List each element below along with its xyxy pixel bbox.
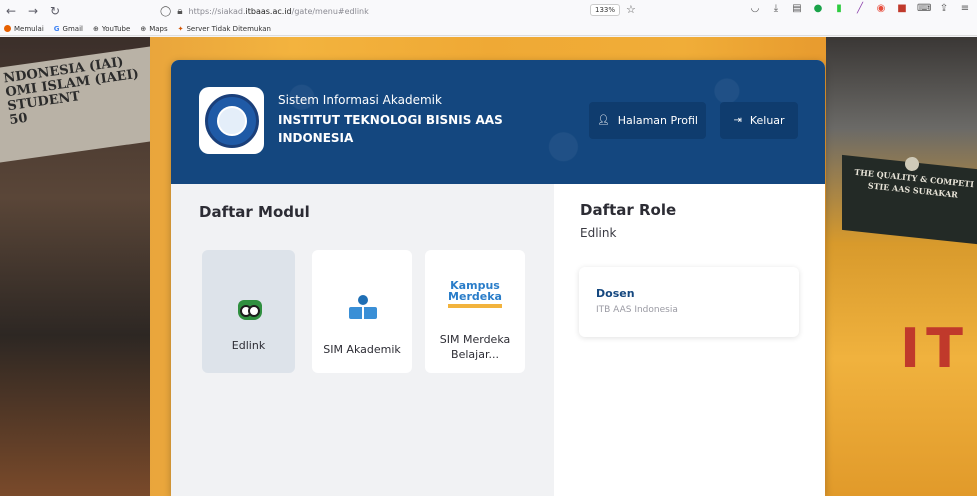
institution-logo xyxy=(199,87,264,154)
header-title: INSTITUT TEKNOLOGI BISNIS AAS INDONESIA xyxy=(278,113,503,145)
background-red-letters: IT xyxy=(900,317,969,380)
module-label: Edlink xyxy=(231,339,266,352)
extension-translate-icon[interactable]: ⌨ xyxy=(917,3,931,14)
institution-seal-icon xyxy=(204,93,259,148)
google-icon: G xyxy=(53,24,60,33)
menu-icon[interactable]: ≡ xyxy=(959,3,971,14)
reload-icon[interactable]: ↻ xyxy=(44,4,66,18)
logout-icon: ⇥ xyxy=(733,115,742,126)
kampus-merdeka-logo: Kampus Merdeka xyxy=(443,280,507,308)
forward-icon[interactable]: → xyxy=(22,4,44,18)
browser-toolbar: ← → ↻ ◯ 🔒︎ https://siakad. itbaas.ac.id/g… xyxy=(0,0,977,22)
role-name: Dosen xyxy=(596,287,635,300)
bookmark-youtube[interactable]: ⊕ YouTube xyxy=(93,25,130,33)
background-right-wall xyxy=(826,37,977,496)
browser-tools: ◡ ⤓ ▤ ● ▮ ╱ ◉ ■ ⌨ ⇪ ≡ xyxy=(749,3,971,14)
extension-green-icon[interactable]: ● xyxy=(812,3,824,14)
header-subtitle: Sistem Informasi Akademik xyxy=(278,93,442,107)
roles-title: Daftar Role xyxy=(580,201,677,219)
lock-icon: 🔒︎ xyxy=(177,5,183,17)
zoom-indicator[interactable]: 133% xyxy=(590,4,621,16)
url-path: /gate/menu#edlink xyxy=(291,6,369,16)
bookmarks-bar: Memulai G Gmail ⊕ YouTube ⊕ Maps ✦ Server Ti… xyxy=(0,22,977,36)
roles-pane: Daftar Role Edlink Dosen ITB AAS Indones… xyxy=(554,184,825,496)
extension-battery-icon[interactable]: ▮ xyxy=(833,3,845,14)
extension-new-icon[interactable]: ■ xyxy=(896,3,908,14)
logout-button[interactable]: ⇥ Keluar xyxy=(720,102,798,139)
globe-icon: ⊕ xyxy=(140,24,147,33)
extension-record-icon[interactable]: ◉ xyxy=(875,3,887,14)
bookmark-server[interactable]: ✦ Server Tidak Ditemukan xyxy=(178,25,271,33)
download-icon[interactable]: ⤓ xyxy=(770,3,782,14)
logout-button-label: Keluar xyxy=(749,114,785,127)
role-card-dosen[interactable]: Dosen ITB AAS Indonesia xyxy=(579,267,799,337)
modules-pane: Daftar Modul Edlink SIM Akademik Kampus … xyxy=(171,184,554,496)
warning-icon: ✦ xyxy=(177,24,184,33)
back-icon[interactable]: ← xyxy=(0,4,22,18)
shield-icon: ◯ xyxy=(160,5,172,17)
profile-button-label: Halaman Profil xyxy=(617,114,698,127)
pocket-icon[interactable]: ◡ xyxy=(749,3,761,14)
modules-title: Daftar Modul xyxy=(199,203,310,221)
share-icon[interactable]: ⇪ xyxy=(938,3,950,14)
reader-icon xyxy=(349,295,377,321)
bookmark-memulai[interactable]: Memulai xyxy=(4,25,44,33)
firefox-icon xyxy=(4,25,11,32)
roles-subtitle: Edlink xyxy=(580,226,617,240)
module-label: SIM Akademik xyxy=(323,343,401,356)
globe-icon: ⊕ xyxy=(92,24,99,33)
bookmark-maps[interactable]: ⊕ Maps xyxy=(140,25,167,33)
url-domain: itbaas.ac.id xyxy=(245,6,292,16)
gate-menu-card: Sistem Informasi Akademik INSTITUT TEKNO… xyxy=(171,60,825,496)
card-header: Sistem Informasi Akademik INSTITUT TEKNO… xyxy=(171,60,825,184)
bookmark-star-icon[interactable]: ☆ xyxy=(626,3,636,16)
role-org: ITB AAS Indonesia xyxy=(596,305,678,315)
module-sim-merdeka[interactable]: Kampus Merdeka SIM Merdeka Belajar... xyxy=(425,250,525,373)
bookmark-gmail[interactable]: G Gmail xyxy=(54,25,83,33)
extension-pen-icon[interactable]: ╱ xyxy=(854,3,866,14)
module-label: SIM Merdeka Belajar... xyxy=(439,333,511,361)
reader-view-icon[interactable]: ▤ xyxy=(791,3,803,14)
module-sim-akademik[interactable]: SIM Akademik xyxy=(312,250,412,373)
user-icon: 👤︎ xyxy=(597,115,610,126)
owl-icon xyxy=(238,300,262,320)
profile-button[interactable]: 👤︎ Halaman Profil xyxy=(589,102,706,139)
module-edlink[interactable]: Edlink xyxy=(202,250,295,373)
url-prefix: https://siakad. xyxy=(188,6,246,16)
